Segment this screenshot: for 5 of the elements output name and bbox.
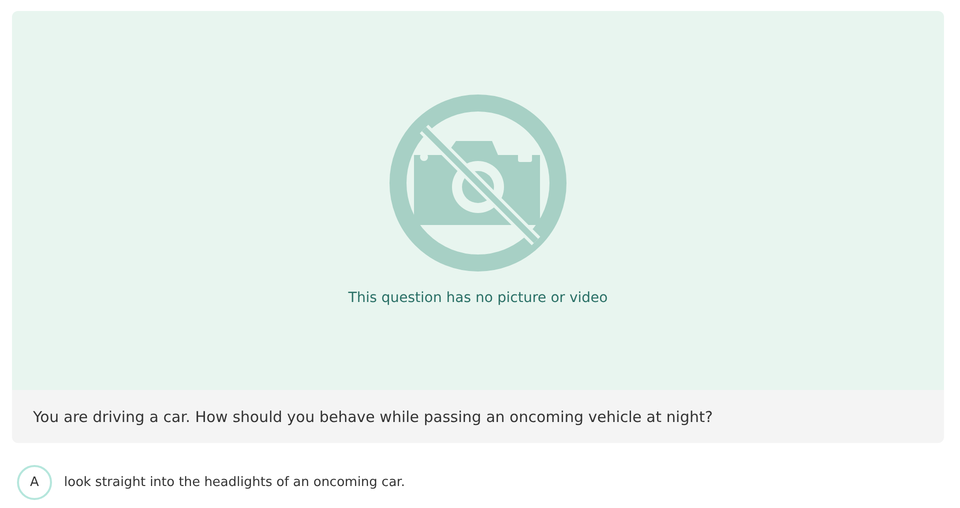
answer-letter[interactable]: A	[17, 465, 52, 500]
no-camera-icon	[388, 93, 568, 273]
answer-text[interactable]: look straight into the headlights of an oncoming car.	[64, 475, 405, 490]
question-text: You are driving a car. How should you behave while passing an oncoming vehicle at night?	[33, 408, 713, 426]
no-media-message: This question has no picture or video	[348, 290, 608, 306]
